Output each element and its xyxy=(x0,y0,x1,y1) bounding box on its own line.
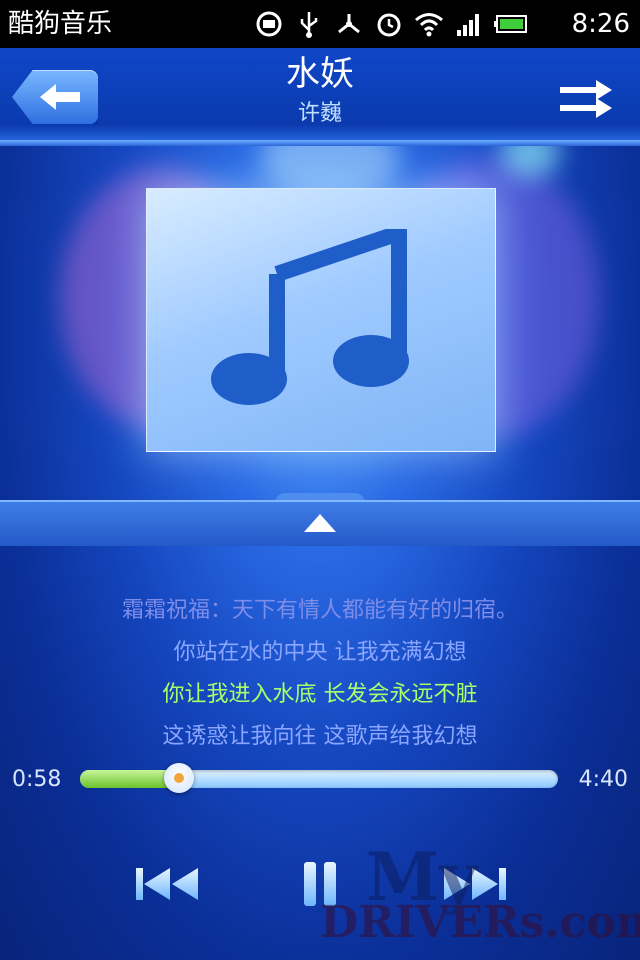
site-watermark: My DRIVERs.com xyxy=(320,842,640,952)
shuffle-icon xyxy=(560,80,612,118)
expand-up-icon xyxy=(304,514,336,532)
lyric-line: 你站在水的中央 让我充满幻想 xyxy=(173,640,467,665)
debug-icon xyxy=(334,9,364,39)
header-divider xyxy=(0,140,640,146)
status-time: 8:26 xyxy=(571,9,630,39)
lyric-line-current: 你让我进入水底 长发会永远不脏 xyxy=(162,682,478,707)
progress-thumb[interactable] xyxy=(163,763,194,793)
lyric-line: 霜霜祝福：天下有情人都能有好的归宿。 xyxy=(121,598,518,623)
lyric-line: 这诱惑让我向往 这歌声给我幻想 xyxy=(162,724,478,749)
mm-icon xyxy=(254,9,284,39)
battery-icon xyxy=(494,9,528,39)
play-mode-button[interactable] xyxy=(558,78,614,120)
total-time: 4:40 xyxy=(578,767,628,792)
watermark-line2: DRIVERs.com xyxy=(320,897,640,948)
status-bar: 酷狗音乐 8:26 xyxy=(0,0,640,48)
expand-button[interactable] xyxy=(300,508,340,536)
elapsed-time: 0:58 xyxy=(12,767,62,792)
status-app-name: 酷狗音乐 xyxy=(8,9,113,39)
previous-track-button[interactable] xyxy=(132,858,204,910)
song-title: 水妖 xyxy=(286,54,354,94)
lyrics-panel: 霜霜祝福：天下有情人都能有好的归宿。 你站在水的中央 让我充满幻想 你让我进入水… xyxy=(0,590,640,758)
progress-slider[interactable] xyxy=(80,763,558,793)
status-icons xyxy=(254,8,528,40)
usb-icon xyxy=(294,9,324,39)
previous-track-icon xyxy=(136,868,198,900)
music-note-icon xyxy=(211,229,409,405)
wifi-icon xyxy=(414,9,444,39)
artist-name: 许巍 xyxy=(297,101,342,126)
signal-icon xyxy=(454,9,484,39)
album-art xyxy=(146,188,496,452)
alarm-icon xyxy=(374,9,404,39)
